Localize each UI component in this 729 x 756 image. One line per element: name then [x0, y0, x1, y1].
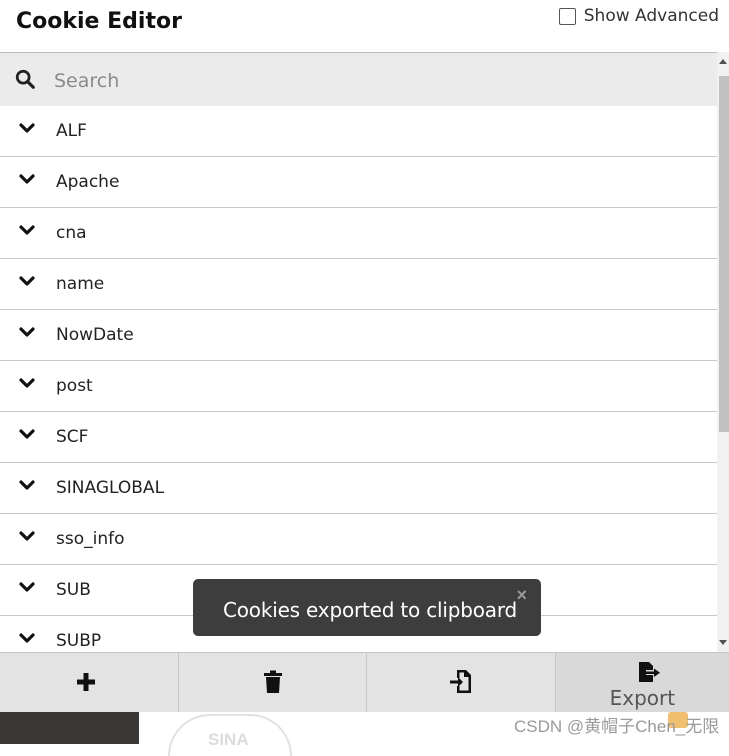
chevron-down-icon[interactable] [19, 531, 35, 543]
toast-notification: Cookies exported to clipboard × [193, 579, 541, 636]
cookie-row[interactable]: SCF [0, 412, 717, 463]
cookie-row[interactable]: SINAGLOBAL [0, 463, 717, 514]
scrollbar-thumb[interactable] [719, 76, 729, 432]
cookie-name: SCF [56, 427, 89, 447]
cookie-name: cna [56, 223, 87, 243]
toast-close-icon[interactable]: × [516, 585, 527, 606]
chevron-down-icon[interactable] [19, 276, 35, 288]
cookie-name: SINAGLOBAL [56, 478, 165, 498]
cookie-row[interactable]: sso_info [0, 514, 717, 565]
cookie-name: SUBP [56, 631, 102, 651]
cookie-name: name [56, 274, 105, 294]
app-title: Cookie Editor [16, 9, 182, 34]
header: Cookie Editor Show Advanced [0, 0, 729, 52]
delete-all-button[interactable] [179, 653, 368, 713]
chevron-down-icon[interactable] [19, 378, 35, 390]
background-seal: SINA [168, 714, 292, 756]
cookie-name: post [56, 376, 93, 396]
scroll-up-arrow-icon[interactable] [719, 59, 727, 64]
cookie-row[interactable]: name [0, 259, 717, 310]
chevron-down-icon[interactable] [19, 480, 35, 492]
cookie-row[interactable]: Apache [0, 157, 717, 208]
chevron-down-icon[interactable] [19, 633, 35, 645]
scrollbar[interactable] [717, 52, 729, 652]
chevron-down-icon[interactable] [19, 327, 35, 339]
cookie-list: ALF Apache cna name NowDate post SCF SIN… [0, 106, 717, 652]
export-button[interactable]: Export [555, 653, 729, 713]
add-cookie-button[interactable] [0, 653, 180, 713]
trash-icon [264, 670, 283, 693]
cookie-name: sso_info [56, 529, 125, 549]
show-advanced-checkbox[interactable] [558, 7, 576, 25]
import-icon [450, 670, 472, 693]
background-page: SINA CSDN @黄帽子Chen_无限 [0, 712, 729, 756]
toast-message: Cookies exported to clipboard [223, 598, 517, 622]
chevron-down-icon[interactable] [19, 429, 35, 441]
chevron-down-icon[interactable] [19, 225, 35, 237]
cookie-row[interactable]: post [0, 361, 717, 412]
export-icon [638, 662, 660, 682]
search-bar [0, 52, 717, 107]
search-icon [15, 69, 35, 89]
export-label: Export [609, 686, 676, 710]
search-input[interactable] [52, 66, 656, 96]
chevron-down-icon[interactable] [19, 582, 35, 594]
seal-text: SINA [208, 730, 249, 749]
chevron-down-icon[interactable] [19, 123, 35, 135]
watermark-text: CSDN @黄帽子Chen_无限 [514, 717, 720, 736]
import-button[interactable] [367, 653, 556, 713]
footer-toolbar: Export [0, 652, 729, 713]
cookie-name: ALF [56, 121, 87, 141]
cookie-row[interactable]: NowDate [0, 310, 717, 361]
background-dark-panel [0, 712, 139, 744]
cookie-row[interactable]: cna [0, 208, 717, 259]
plus-icon [77, 673, 95, 691]
cookie-name: Apache [56, 172, 120, 192]
scroll-down-arrow-icon[interactable] [719, 640, 727, 645]
cookie-row[interactable]: ALF [0, 106, 717, 157]
show-advanced-label: Show Advanced [583, 6, 719, 26]
show-advanced-toggle[interactable]: Show Advanced [558, 6, 719, 26]
cookie-name: NowDate [56, 325, 134, 345]
chevron-down-icon[interactable] [19, 174, 35, 186]
cookie-name: SUB [56, 580, 91, 600]
